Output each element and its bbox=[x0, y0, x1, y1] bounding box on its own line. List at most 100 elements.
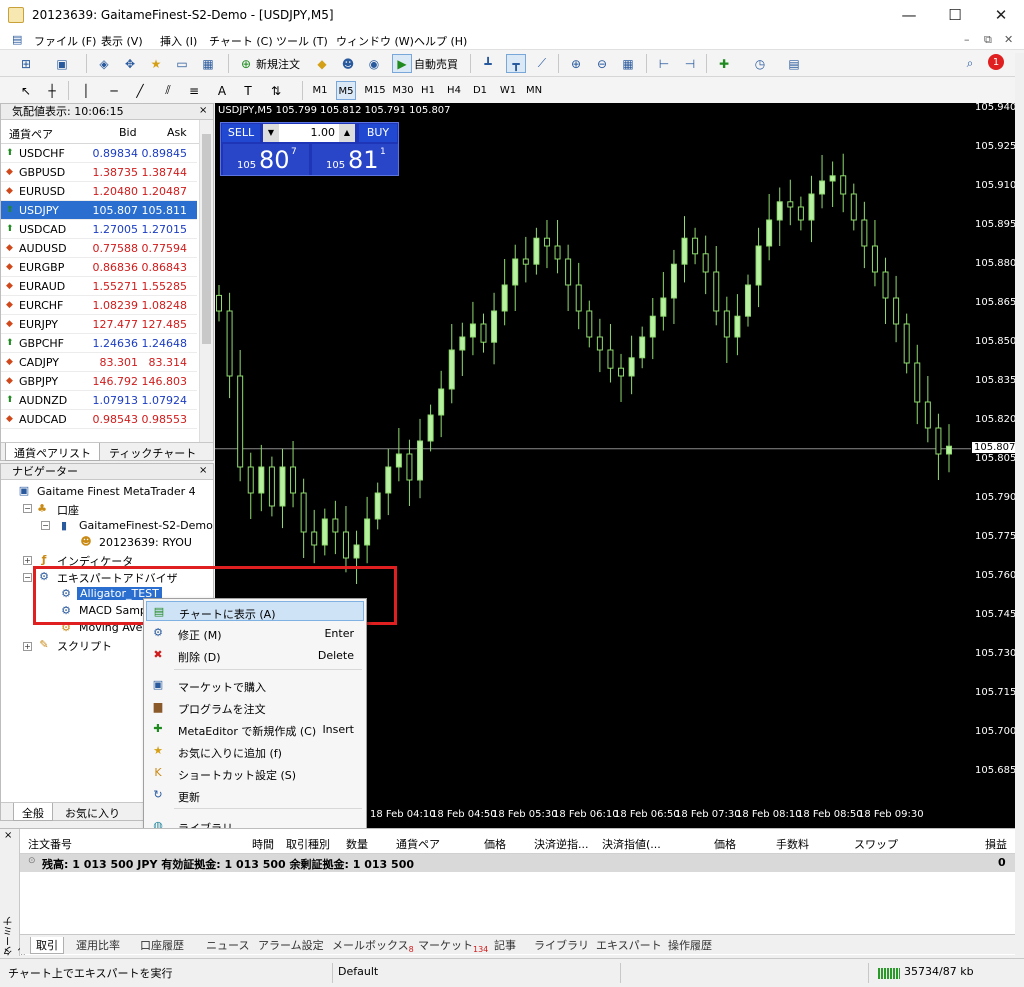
menu-insert[interactable]: 挿入 (I) bbox=[160, 33, 197, 49]
templates-icon[interactable]: ▤ bbox=[784, 54, 804, 73]
auto-trade-button[interactable]: 自動売買 bbox=[414, 56, 458, 72]
tab-market[interactable]: マーケット134 bbox=[418, 937, 488, 954]
tile-windows-icon[interactable]: ▦ bbox=[618, 54, 638, 73]
column-time[interactable]: 時間 bbox=[252, 836, 274, 852]
column-ask[interactable]: Ask bbox=[167, 126, 187, 139]
line-chart-icon[interactable]: ⟋ bbox=[532, 54, 552, 73]
lot-increase-icon[interactable]: ▲ bbox=[339, 124, 355, 142]
periods-icon[interactable]: ◷ bbox=[750, 54, 770, 73]
navigator-icon[interactable]: ★ bbox=[146, 54, 166, 73]
fibonacci-icon[interactable]: ≡ bbox=[184, 81, 204, 100]
mdi-restore-icon[interactable]: ⧉ bbox=[984, 33, 992, 47]
nav-server[interactable]: GaitameFinest-S2-Demo bbox=[79, 519, 213, 532]
candle-chart-icon[interactable]: ┳ bbox=[506, 54, 526, 73]
nav-root[interactable]: Gaitame Finest MetaTrader 4 bbox=[37, 485, 196, 498]
window-scrollbar[interactable] bbox=[1015, 53, 1024, 958]
market-row[interactable]: ◆ EURJPY 127.477 127.485 bbox=[1, 315, 197, 334]
context-menu-item[interactable]: ✚ MetaEditor で新規作成 (C) Insert bbox=[146, 719, 364, 739]
expand-icon[interactable]: − bbox=[23, 573, 32, 582]
data-window-icon[interactable]: ✥ bbox=[120, 54, 140, 73]
market-row[interactable]: ⬆ USDJPY 105.807 105.811 bbox=[1, 201, 197, 220]
expand-icon[interactable]: − bbox=[23, 504, 32, 513]
new-chart-icon[interactable]: ⊞ bbox=[16, 54, 36, 73]
menu-tools[interactable]: ツール (T) bbox=[276, 33, 328, 49]
trend-line-icon[interactable]: ╱ bbox=[130, 81, 150, 100]
market-row[interactable]: ◆ AUDUSD 0.77588 0.77594 bbox=[1, 239, 197, 258]
market-row[interactable]: ⬆ GBPCHF 1.24636 1.24648 bbox=[1, 334, 197, 353]
market-row[interactable]: ◆ EURCHF 1.08239 1.08248 bbox=[1, 296, 197, 315]
maximize-button[interactable]: ☐ bbox=[932, 0, 978, 30]
new-order-icon[interactable]: ⊕ bbox=[236, 54, 256, 73]
menu-chart[interactable]: チャート (C) bbox=[209, 33, 273, 49]
tab-trade[interactable]: 取引 bbox=[30, 937, 64, 954]
tab-alerts[interactable]: アラーム設定 bbox=[258, 937, 324, 953]
column-commission[interactable]: 手数料 bbox=[776, 836, 809, 852]
tab-exposure[interactable]: 運用比率 bbox=[76, 937, 120, 953]
tab-history[interactable]: 口座履歴 bbox=[140, 937, 184, 953]
chart-shift-icon[interactable]: ⊢ bbox=[654, 54, 674, 73]
mdi-close-icon[interactable]: ✕ bbox=[1004, 33, 1013, 46]
tf-mn[interactable]: MN bbox=[524, 81, 544, 100]
crosshair-icon[interactable]: ┼ bbox=[42, 81, 62, 100]
nav-accounts[interactable]: 口座 bbox=[57, 502, 79, 518]
expand-icon[interactable]: + bbox=[23, 642, 32, 651]
metaeditor-icon[interactable]: ◆ bbox=[312, 54, 332, 73]
indicators-icon[interactable]: ✚ bbox=[714, 54, 734, 73]
zoom-out-icon[interactable]: ⊖ bbox=[592, 54, 612, 73]
market-row[interactable]: ⬆ USDCHF 0.89834 0.89845 bbox=[1, 144, 197, 163]
market-row[interactable]: ◆ AUDCAD 0.98543 0.98553 bbox=[1, 410, 197, 429]
close-icon[interactable]: × bbox=[199, 465, 207, 476]
tf-h1[interactable]: H1 bbox=[418, 81, 438, 100]
context-menu-item[interactable]: ✖ 削除 (D) Delete bbox=[146, 645, 364, 665]
menu-view[interactable]: 表示 (V) bbox=[101, 33, 143, 49]
user-icon[interactable]: ☻ bbox=[338, 54, 358, 73]
tf-w1[interactable]: W1 bbox=[498, 81, 518, 100]
tab-news[interactable]: ニュース bbox=[206, 937, 249, 953]
column-price[interactable]: 価格 bbox=[484, 836, 506, 852]
context-menu-item[interactable]: ▆ プログラムを注文 bbox=[146, 697, 364, 717]
minimize-button[interactable]: — bbox=[886, 0, 932, 30]
context-menu-item[interactable]: ↻ 更新 bbox=[146, 785, 364, 805]
expand-icon[interactable]: + bbox=[23, 556, 32, 565]
nav-scripts[interactable]: スクリプト bbox=[57, 638, 112, 654]
profiles-icon[interactable]: ▣ bbox=[52, 54, 72, 73]
tf-h4[interactable]: H4 bbox=[444, 81, 464, 100]
tf-m15[interactable]: M15 bbox=[362, 81, 388, 100]
bar-chart-icon[interactable]: ┻ bbox=[478, 54, 498, 73]
doc-icon[interactable]: ▤ bbox=[12, 33, 22, 46]
column-tp[interactable]: 決済指値(... bbox=[602, 836, 661, 852]
tab-library[interactable]: ライブラリ bbox=[534, 937, 589, 953]
zoom-in-icon[interactable]: ⊕ bbox=[566, 54, 586, 73]
market-row[interactable]: ◆ EURUSD 1.20480 1.20487 bbox=[1, 182, 197, 201]
horizontal-line-icon[interactable]: ─ bbox=[104, 81, 124, 100]
mdi-minimize-icon[interactable]: – bbox=[964, 33, 970, 46]
column-symbol[interactable]: 通貨ペア bbox=[9, 126, 53, 142]
close-icon[interactable]: × bbox=[199, 105, 207, 116]
tf-d1[interactable]: D1 bbox=[470, 81, 490, 100]
tester-icon[interactable]: ▦ bbox=[198, 54, 218, 73]
arrows-icon[interactable]: ⇅ bbox=[266, 81, 286, 100]
column-type[interactable]: 取引種別 bbox=[286, 836, 330, 852]
column-sl[interactable]: 決済逆指... bbox=[534, 836, 589, 852]
channel-icon[interactable]: ⫽ bbox=[158, 81, 178, 100]
auto-trade-icon[interactable]: ▶ bbox=[392, 54, 412, 73]
sell-price[interactable]: 105 80 7 bbox=[223, 144, 309, 175]
column-swap[interactable]: スワップ bbox=[854, 836, 898, 852]
text-icon[interactable]: A bbox=[212, 81, 232, 100]
close-button[interactable]: ✕ bbox=[978, 0, 1024, 30]
context-menu-item[interactable]: ★ お気に入りに追加 (f) bbox=[146, 741, 364, 761]
price-axis[interactable]: 105.940 105.925 105.910 105.895 105.880 105.8… bbox=[971, 102, 1018, 806]
menu-window[interactable]: ウィンドウ (W) bbox=[336, 33, 414, 49]
buy-button[interactable]: BUY bbox=[359, 124, 397, 142]
alert-badge[interactable]: 1 bbox=[988, 54, 1004, 70]
tab-symbols[interactable]: 通貨ペアリスト bbox=[5, 443, 100, 461]
tab-favorites[interactable]: お気に入り bbox=[57, 803, 128, 821]
sell-button[interactable]: SELL bbox=[222, 124, 260, 142]
market-row[interactable]: ◆ EURAUD 1.55271 1.55285 bbox=[1, 277, 197, 296]
context-menu-item[interactable]: ▣ マーケットで購入 bbox=[146, 675, 364, 695]
tab-experts[interactable]: エキスパート bbox=[596, 937, 662, 953]
lot-size-input[interactable]: 1.00 bbox=[279, 124, 339, 142]
market-row[interactable]: ⬆ USDCAD 1.27005 1.27015 bbox=[1, 220, 197, 239]
market-row[interactable]: ◆ CADJPY 83.301 83.314 bbox=[1, 353, 197, 372]
context-menu-item[interactable]: K ショートカット設定 (S) bbox=[146, 763, 364, 783]
